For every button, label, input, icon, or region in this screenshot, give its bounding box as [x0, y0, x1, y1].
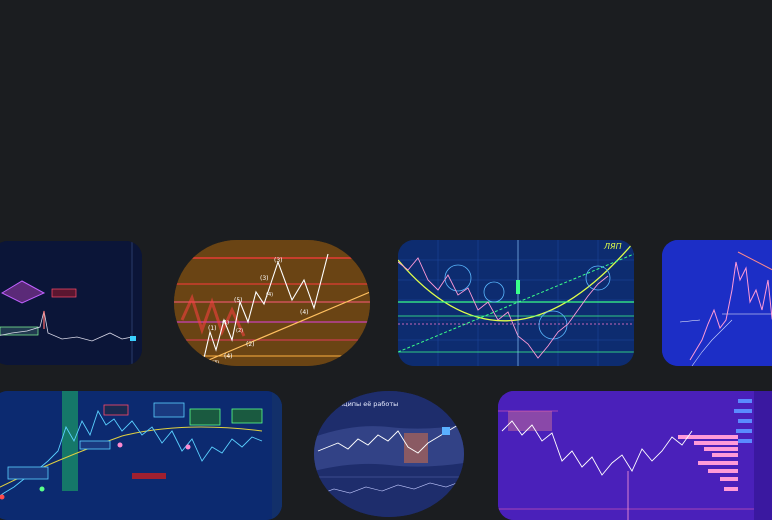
chart-thumbnail-2: (3) (5) (3) (1) (4) (1) (2) (4) (3) (2) …: [174, 240, 370, 366]
wave-label-4: (1): [208, 325, 217, 332]
chart-card-6[interactable]: и принципы её работы: [314, 391, 464, 517]
wave-label-3: (3): [260, 275, 269, 282]
corner-label: ЛЯП: [603, 242, 622, 251]
wave-label-10: (2): [236, 328, 243, 334]
chart-thumbnail-1: [0, 241, 142, 365]
chart-card-4[interactable]: [662, 240, 772, 366]
chart-thumbnail-3: ЛЯП: [398, 240, 634, 366]
wave-label-6: (1): [222, 320, 229, 326]
wave-label-9: (3): [212, 360, 219, 366]
wave-label-1: (3): [274, 257, 283, 264]
chart-title: и принципы её работы: [320, 400, 398, 408]
chart-card-7[interactable]: [498, 391, 772, 520]
chart-thumbnail-4: [662, 240, 772, 366]
chart-card-3[interactable]: ЛЯП: [398, 240, 634, 366]
wave-label-7: (2): [246, 341, 255, 348]
wave-label-5: (4): [300, 309, 309, 316]
chart-thumbnail-5: [0, 391, 282, 520]
chart-card-5[interactable]: [0, 391, 282, 520]
wave-label-8: (4): [224, 353, 233, 360]
chart-thumbnail-6: и принципы её работы: [314, 391, 464, 517]
chart-thumbnail-7: [498, 391, 772, 520]
chart-card-2[interactable]: (3) (5) (3) (1) (4) (1) (2) (4) (3) (2) …: [174, 240, 370, 366]
wave-label-11: (4): [266, 292, 273, 298]
wave-label-2: (5): [234, 297, 243, 304]
chart-card-1[interactable]: [0, 241, 142, 365]
